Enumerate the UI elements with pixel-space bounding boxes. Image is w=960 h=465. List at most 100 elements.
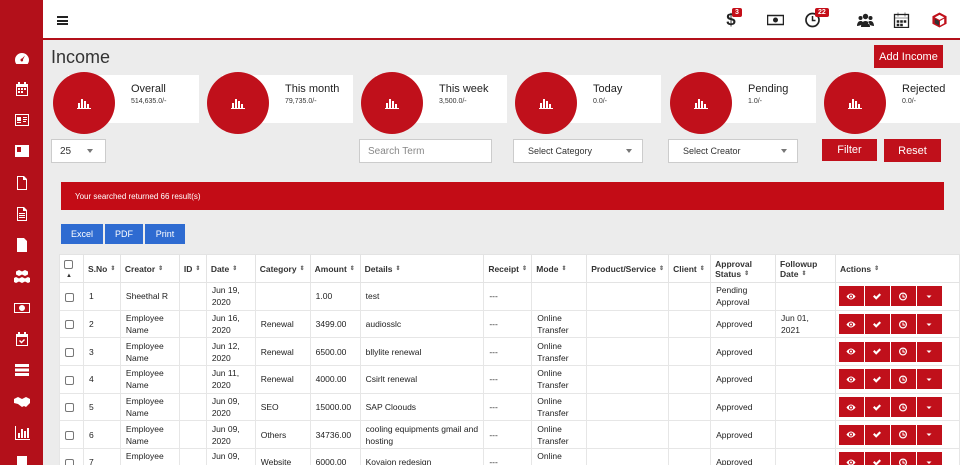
sno-cell: 6 <box>82 420 121 450</box>
followup-button[interactable] <box>890 314 916 335</box>
details-cell: Koyaion redesign <box>359 448 485 465</box>
column-header[interactable]: ID ⇕ <box>178 254 207 283</box>
excel-button[interactable]: Excel <box>61 224 103 244</box>
table-header-row: ▲ S.No ⇕ Creator ⇕ ID ⇕ Date ⇕ Category ⇕ Amo… <box>59 254 960 283</box>
mode-cell: Online Transfer <box>531 448 588 465</box>
actions-cell <box>834 365 960 394</box>
clock-icon <box>899 403 908 412</box>
file-icon[interactable] <box>14 176 30 190</box>
followup-cell: Jun 01, 2021 <box>775 309 836 339</box>
approve-button[interactable] <box>864 369 890 390</box>
dashboard-icon[interactable] <box>14 51 30 65</box>
more-actions-dropdown[interactable] <box>916 314 942 335</box>
row-checkbox[interactable] <box>65 347 74 357</box>
stat-card-this-month: This month 79,735.0/- <box>207 72 353 134</box>
actions-cell <box>834 282 960 311</box>
followup-button[interactable] <box>890 341 916 362</box>
calendar-icon[interactable] <box>892 12 910 28</box>
document-text-icon[interactable] <box>14 238 30 252</box>
more-actions-dropdown[interactable] <box>916 397 942 418</box>
column-header[interactable]: Approval Status ⇕ <box>710 254 777 283</box>
row-checkbox[interactable] <box>65 431 74 441</box>
approve-button[interactable] <box>864 452 890 465</box>
bar-chart-icon[interactable] <box>14 426 30 440</box>
select-all-header[interactable]: ▲ <box>59 254 84 283</box>
view-button[interactable] <box>838 341 864 362</box>
column-header[interactable]: Mode ⇕ <box>531 254 588 283</box>
row-checkbox[interactable] <box>65 320 74 330</box>
row-checkbox[interactable] <box>65 458 74 465</box>
column-header[interactable]: Followup Date ⇕ <box>775 254 836 283</box>
followup-button[interactable] <box>890 424 916 445</box>
eye-icon <box>846 321 856 328</box>
money-icon[interactable] <box>766 12 784 28</box>
approve-button[interactable] <box>864 286 890 307</box>
column-header[interactable]: Details ⇕ <box>359 254 485 283</box>
column-header[interactable]: Client ⇕ <box>668 254 712 283</box>
eye-icon <box>846 376 856 383</box>
document-icon[interactable] <box>14 207 30 221</box>
menu-toggle-icon[interactable] <box>57 16 68 25</box>
view-button[interactable] <box>838 397 864 418</box>
more-actions-dropdown[interactable] <box>916 424 942 445</box>
more-actions-dropdown[interactable] <box>916 452 942 465</box>
money-icon[interactable] <box>14 301 30 315</box>
search-input[interactable] <box>359 139 492 163</box>
more-actions-dropdown[interactable] <box>916 369 942 390</box>
followup-button[interactable] <box>890 369 916 390</box>
add-income-button[interactable]: Add Income <box>874 45 943 68</box>
settings-icon[interactable] <box>14 455 30 465</box>
page-size-select[interactable]: 25 <box>51 139 106 163</box>
followup-button[interactable] <box>890 286 916 307</box>
row-checkbox[interactable] <box>65 292 74 302</box>
column-header[interactable]: Amount ⇕ <box>309 254 361 283</box>
cubes-icon[interactable] <box>14 270 30 284</box>
column-header[interactable]: Product/Service ⇕ <box>586 254 670 283</box>
column-header[interactable]: Receipt ⇕ <box>483 254 533 283</box>
calendar-icon[interactable] <box>14 82 30 96</box>
creator-select[interactable]: Select Creator <box>668 139 798 163</box>
clock-badge: 22 <box>815 8 829 17</box>
print-button[interactable]: Print <box>145 224 185 244</box>
category-select[interactable]: Select Category <box>513 139 643 163</box>
view-button[interactable] <box>838 424 864 445</box>
approve-button[interactable] <box>864 397 890 418</box>
calendar-check-icon[interactable] <box>14 332 30 346</box>
clock-icon[interactable]: 22 <box>803 8 829 28</box>
row-select-cell <box>59 448 84 465</box>
pdf-button[interactable]: PDF <box>105 224 143 244</box>
view-button[interactable] <box>838 314 864 335</box>
dollar-notifications-icon[interactable]: $ 3 <box>722 8 742 29</box>
approve-button[interactable] <box>864 314 890 335</box>
followup-button[interactable] <box>890 452 916 465</box>
reset-button[interactable]: Reset <box>884 139 941 162</box>
row-checkbox[interactable] <box>65 375 74 385</box>
users-icon[interactable] <box>856 12 874 28</box>
income-table: ▲ S.No ⇕ Creator ⇕ ID ⇕ Date ⇕ Category ⇕ Amo… <box>59 254 960 465</box>
contact-card-icon[interactable] <box>14 144 30 158</box>
client-cell <box>668 337 712 367</box>
app-logo-icon[interactable] <box>930 12 948 28</box>
creator-cell: Employee Name <box>119 448 180 465</box>
view-button[interactable] <box>838 452 864 465</box>
view-button[interactable] <box>838 369 864 390</box>
handshake-icon[interactable] <box>14 395 30 409</box>
more-actions-dropdown[interactable] <box>916 341 942 362</box>
column-header[interactable]: S.No ⇕ <box>82 254 121 283</box>
select-all-checkbox[interactable] <box>64 259 73 269</box>
approve-button[interactable] <box>864 424 890 445</box>
server-icon[interactable] <box>14 363 30 377</box>
details-cell: Csirlt renewal <box>359 365 485 394</box>
view-button[interactable] <box>838 286 864 307</box>
filter-button[interactable]: Filter <box>822 139 877 161</box>
row-select-cell <box>59 392 84 422</box>
approve-button[interactable] <box>864 341 890 362</box>
row-checkbox[interactable] <box>65 403 74 413</box>
column-header[interactable]: Date ⇕ <box>205 254 256 283</box>
followup-button[interactable] <box>890 397 916 418</box>
id-card-icon[interactable] <box>14 113 30 127</box>
column-header[interactable]: Creator ⇕ <box>119 254 180 283</box>
category-cell: SEO <box>254 392 311 422</box>
column-header[interactable]: Category ⇕ <box>254 254 311 283</box>
more-actions-dropdown[interactable] <box>916 286 942 307</box>
